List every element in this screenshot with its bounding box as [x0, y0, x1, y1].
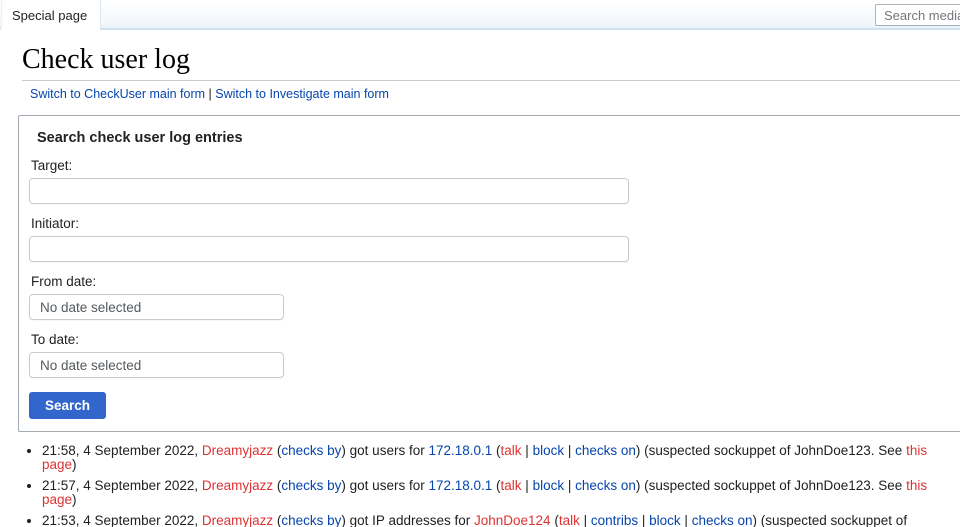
switch-investigate-form-link[interactable]: Switch to Investigate main form	[215, 87, 389, 101]
log-entry-text: |	[564, 443, 576, 458]
target-link[interactable]: 172.18.0.1	[428, 443, 492, 458]
initiator-label: Initiator:	[31, 216, 80, 231]
form-heading: Search check user log entries	[37, 130, 243, 146]
tab-special-page-label: Special page	[12, 8, 88, 23]
to-date-label: To date:	[31, 332, 80, 347]
log-entry-text: ) got users for	[341, 443, 429, 458]
checks-on-link[interactable]: checks on	[575, 478, 636, 493]
log-entry-text: |	[521, 443, 533, 458]
log-entry-text: )	[72, 492, 77, 507]
search-log-form: Search check user log entries Target: In…	[18, 115, 960, 432]
target-link[interactable]: JohnDoe124	[474, 513, 551, 527]
talk-link[interactable]: talk	[501, 478, 522, 493]
log-entry: 21:58, 4 September 2022, Dreamyjazz ( che…	[42, 444, 960, 472]
from-date-input[interactable]	[29, 294, 284, 320]
log-entry-text: ) (suspected sockuppet of JohnDoe123. Se…	[635, 443, 907, 458]
log-entry-text: 21:57, 4 September 2022,	[42, 478, 202, 493]
target-link[interactable]: 172.18.0.1	[428, 478, 492, 493]
log-entry: 21:53, 4 September 2022, Dreamyjazz ( che…	[42, 514, 960, 527]
log-entry-text: (	[492, 443, 501, 458]
log-entry-text: 21:58, 4 September 2022,	[42, 443, 202, 458]
log-entry-text: ) got IP addresses for	[341, 513, 474, 527]
block-link[interactable]: block	[649, 513, 681, 527]
log-entry-text: (	[550, 513, 559, 527]
to-date-input[interactable]	[29, 352, 284, 378]
target-label: Target:	[31, 158, 73, 173]
tab-special-page[interactable]: Special page	[1, 0, 102, 30]
log-entry-text: |	[638, 513, 650, 527]
log-entry-text: |	[680, 513, 692, 527]
subtitle-links: Switch to CheckUser main form | Switch t…	[30, 87, 960, 102]
page-title: Check user log	[22, 44, 960, 81]
log-entry-text: ) (suspected sockuppet of JohnDoe123. Se…	[635, 478, 907, 493]
log-entry-text: 21:53, 4 September 2022,	[42, 513, 202, 527]
log-entry-text: (	[492, 478, 501, 493]
log-entry-text: ) got users for	[341, 478, 429, 493]
talk-link[interactable]: talk	[559, 513, 580, 527]
log-entry-text: |	[579, 513, 591, 527]
checks-on-link[interactable]: checks on	[575, 443, 636, 458]
user-link[interactable]: Dreamyjazz	[202, 478, 273, 493]
initiator-input[interactable]	[29, 236, 629, 262]
block-link[interactable]: block	[533, 478, 565, 493]
search-input[interactable]	[875, 4, 960, 26]
talk-link[interactable]: talk	[501, 443, 522, 458]
search-button[interactable]: Search	[29, 392, 107, 419]
switch-checkuser-form-link[interactable]: Switch to CheckUser main form	[30, 87, 205, 101]
checkuser-log-list: 21:58, 4 September 2022, Dreamyjazz ( che…	[18, 444, 960, 527]
block-link[interactable]: block	[533, 443, 565, 458]
log-entry-text: |	[521, 478, 533, 493]
target-input[interactable]	[29, 178, 629, 204]
checks-on-link[interactable]: checks on	[692, 513, 753, 527]
checkuser-log-page: { "tab_bar": { "active_tab": "Special pa…	[0, 0, 960, 527]
checks-by-link[interactable]: checks by	[281, 513, 341, 527]
content-area: Check user log Switch to CheckUser main …	[0, 44, 960, 527]
user-link[interactable]: Dreamyjazz	[202, 443, 273, 458]
log-entry-text: |	[564, 478, 576, 493]
contribs-link[interactable]: contribs	[591, 513, 638, 527]
checks-by-link[interactable]: checks by	[281, 443, 341, 458]
checks-by-link[interactable]: checks by	[281, 478, 341, 493]
tab-bar: Special page	[0, 0, 960, 30]
link-separator: |	[205, 87, 216, 101]
user-link[interactable]: Dreamyjazz	[202, 513, 273, 527]
log-entry-text: )	[72, 457, 77, 472]
from-date-label: From date:	[31, 274, 97, 289]
log-entry: 21:57, 4 September 2022, Dreamyjazz ( che…	[42, 479, 960, 507]
